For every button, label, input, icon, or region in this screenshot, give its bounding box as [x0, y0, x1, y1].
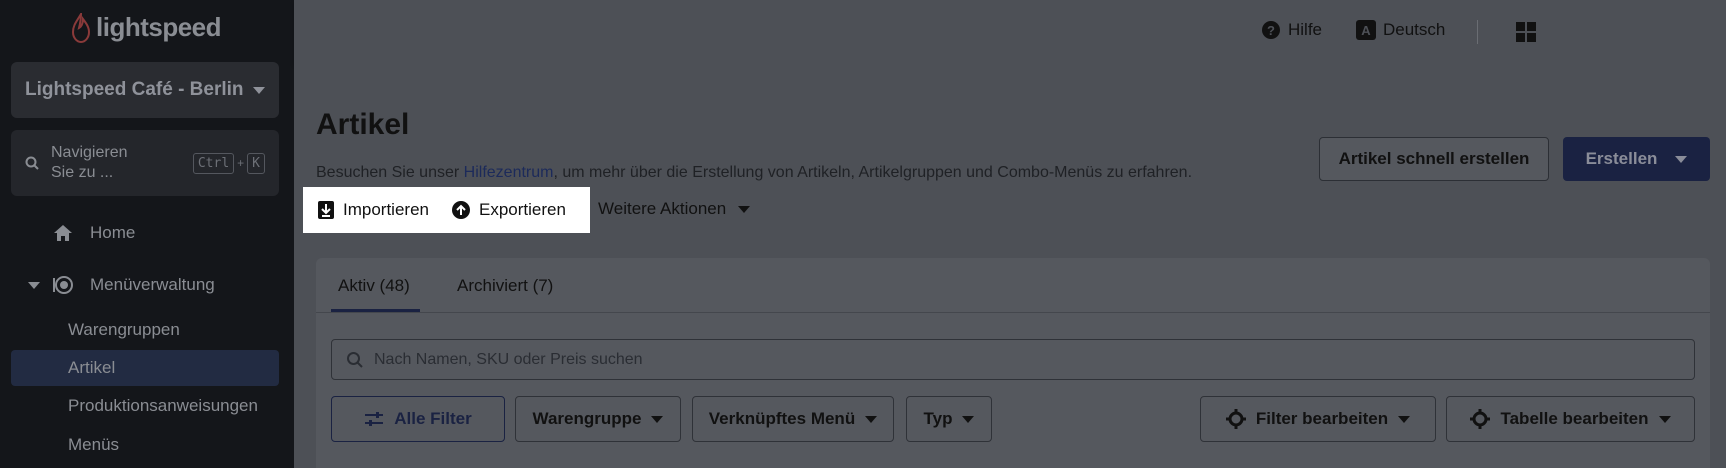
filter-sliders-icon: [365, 412, 384, 426]
help-text: Besuchen Sie unser Hilfezentrum, um mehr…: [316, 164, 1192, 182]
create-button[interactable]: Erstellen: [1563, 137, 1710, 181]
sidebar-item-menu-management[interactable]: Menüverwaltung: [28, 274, 215, 296]
caret-down-icon: [1658, 415, 1671, 423]
all-filters-label: Alle Filter: [394, 409, 472, 428]
menu-management-icon: [52, 274, 74, 296]
sidebar-subitem-menus[interactable]: Menüs: [68, 435, 119, 455]
more-actions-dropdown[interactable]: Weitere Aktionen: [598, 199, 751, 219]
shortcut-plus: +: [237, 156, 245, 170]
caret-down-icon: [738, 205, 751, 213]
import-icon: [318, 201, 334, 219]
sidebar-item-home[interactable]: Home: [52, 222, 135, 244]
help-center-link[interactable]: Hilfezentrum: [464, 164, 554, 181]
export-button[interactable]: Exportieren: [451, 200, 566, 220]
search-icon: [347, 351, 363, 368]
category-filter-dropdown[interactable]: Warengruppe: [515, 396, 681, 442]
import-label: Importieren: [343, 200, 429, 219]
all-filters-button[interactable]: Alle Filter: [331, 396, 505, 442]
sidebar-item-label: Menüverwaltung: [90, 275, 215, 294]
caret-down-icon: [1675, 155, 1688, 163]
edit-filters-label: Filter bearbeiten: [1255, 409, 1389, 428]
flame-icon: [72, 12, 90, 43]
edit-filters-button[interactable]: Filter bearbeiten: [1200, 396, 1436, 442]
language-icon: A: [1356, 20, 1376, 40]
caret-down-icon: [865, 415, 878, 423]
navigation-search-label: Navigieren Sie zu ...: [51, 144, 128, 181]
category-filter-label: Warengruppe: [532, 409, 642, 428]
search-icon: [25, 156, 39, 170]
export-icon: [451, 201, 470, 219]
caret-down-icon: [253, 86, 265, 94]
topbar-divider: [1477, 20, 1478, 44]
sidebar-item-label: Home: [90, 223, 136, 242]
help-text-suffix: , um mehr über die Erstellung von Artike…: [553, 164, 1193, 181]
quick-create-button[interactable]: Artikel schnell erstellen: [1319, 137, 1549, 181]
linked-menu-filter-dropdown[interactable]: Verknüpftes Menü: [692, 396, 894, 442]
tabs-divider: [316, 312, 1710, 313]
tab-archived[interactable]: Archiviert (7): [457, 276, 553, 296]
language-label: Deutsch: [1383, 20, 1446, 39]
shortcut-key-k: K: [247, 152, 265, 174]
sidebar-subitem-produktionsanweisungen[interactable]: Produktionsanweisungen: [68, 396, 258, 416]
home-icon: [52, 222, 74, 244]
active-item-highlight: [11, 350, 279, 386]
help-link[interactable]: ? Hilfe: [1261, 20, 1322, 40]
apps-grid-icon[interactable]: [1516, 22, 1536, 47]
tab-active[interactable]: Aktiv (48): [338, 276, 410, 296]
help-icon: ?: [1262, 21, 1280, 39]
linked-menu-filter-label: Verknüpftes Menü: [708, 409, 856, 428]
sidebar-subitem-warengruppen[interactable]: Warengruppen: [68, 320, 180, 340]
sidebar-subitem-artikel[interactable]: Artikel: [68, 358, 115, 378]
edit-table-label: Tabelle bearbeiten: [1500, 409, 1649, 428]
svg-text:?: ?: [1267, 23, 1275, 38]
help-text-prefix: Besuchen Sie unser: [316, 164, 464, 181]
import-export-highlight: Importieren Exportieren: [303, 187, 590, 233]
page-title: Artikel: [316, 108, 410, 141]
navigation-search[interactable]: Navigieren Sie zu ... Ctrl + K: [11, 130, 279, 196]
store-name: Lightspeed Café - Berlin: [25, 79, 244, 100]
logo[interactable]: lightspeed: [72, 12, 222, 43]
caret-down-icon: [1398, 415, 1411, 423]
language-selector[interactable]: A Deutsch: [1356, 20, 1445, 40]
sidebar: lightspeed Lightspeed Café - Berlin Navi…: [0, 0, 294, 468]
type-filter-dropdown[interactable]: Typ: [906, 396, 992, 442]
caret-down-icon: [651, 415, 664, 423]
help-label: Hilfe: [1288, 20, 1323, 39]
gear-icon: [1225, 409, 1246, 429]
caret-down-icon: [28, 281, 40, 289]
type-filter-label: Typ: [923, 409, 953, 428]
store-selector[interactable]: Lightspeed Café - Berlin: [11, 62, 279, 118]
item-search-input[interactable]: Nach Namen, SKU oder Preis suchen: [331, 339, 1695, 380]
shortcut-key-ctrl: Ctrl: [192, 152, 235, 174]
gear-icon: [1470, 409, 1491, 429]
export-label: Exportieren: [478, 200, 566, 219]
more-actions-label: Weitere Aktionen: [598, 199, 727, 218]
logo-text: lightspeed: [96, 12, 222, 42]
caret-down-icon: [962, 415, 975, 423]
top-bar: [294, 0, 1726, 64]
edit-table-button[interactable]: Tabelle bearbeiten: [1446, 396, 1695, 442]
import-button[interactable]: Importieren: [317, 200, 429, 220]
search-placeholder: Nach Namen, SKU oder Preis suchen: [374, 350, 643, 368]
create-label: Erstellen: [1585, 149, 1658, 168]
